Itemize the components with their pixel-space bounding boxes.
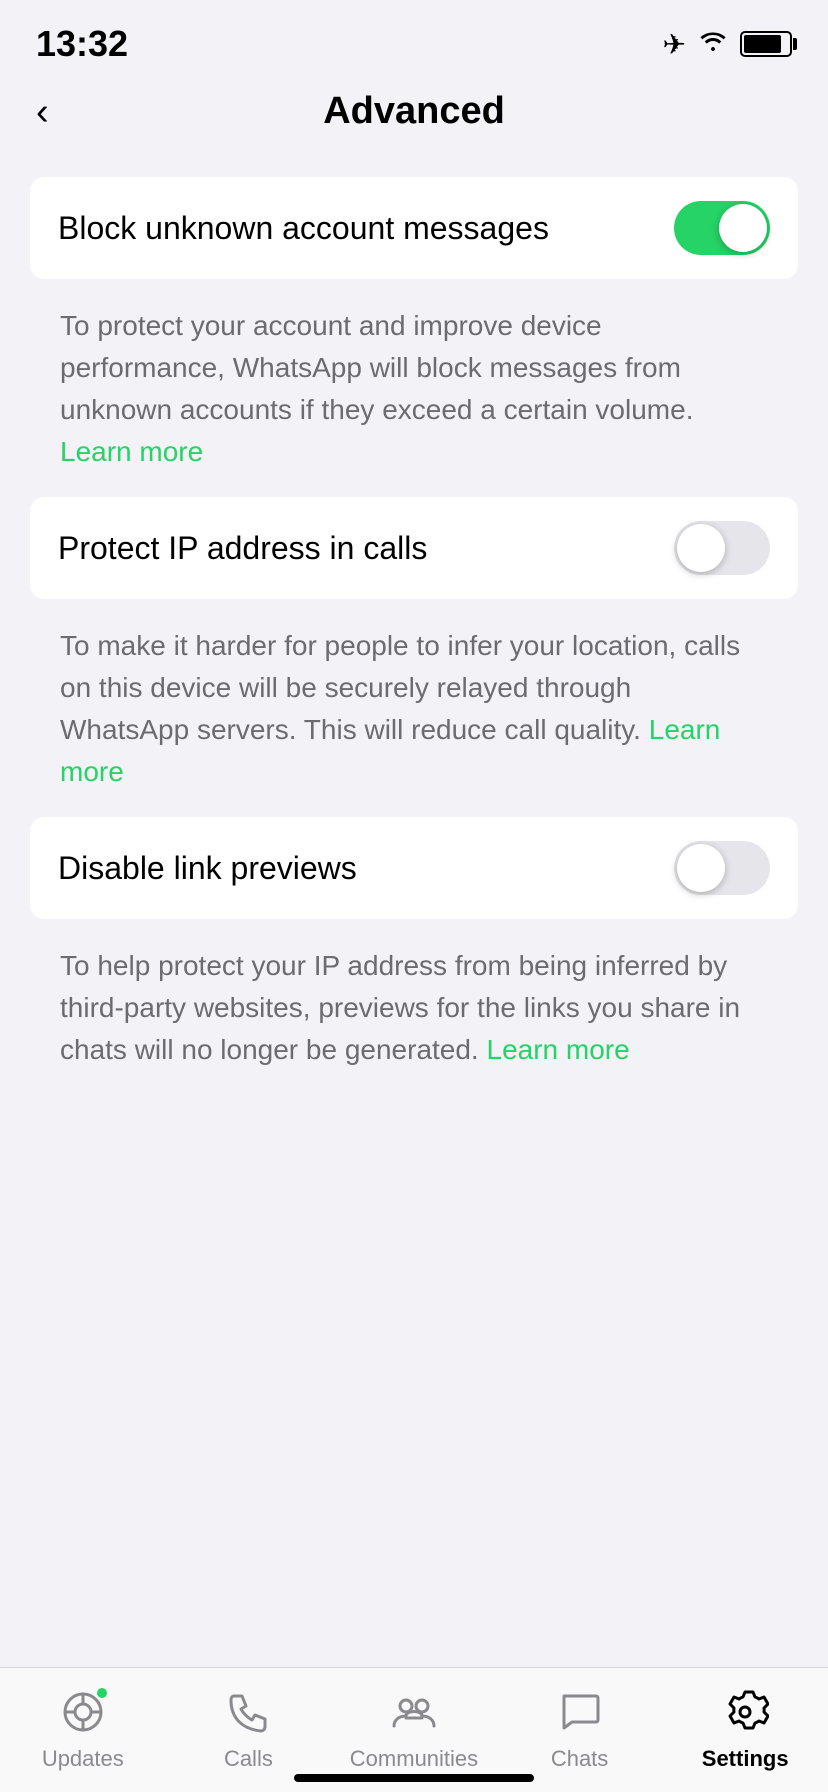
airplane-icon: ✈ xyxy=(663,28,686,61)
tab-chats[interactable]: Chats xyxy=(497,1684,663,1772)
toggle-knob xyxy=(719,204,767,252)
protect-ip-label: Protect IP address in calls xyxy=(58,530,674,567)
wifi-icon xyxy=(698,29,728,60)
status-icons: ✈ xyxy=(663,28,792,61)
updates-notification-dot xyxy=(95,1686,109,1700)
chats-icon xyxy=(552,1684,608,1740)
tab-updates[interactable]: Updates xyxy=(0,1684,166,1772)
block-unknown-card: Block unknown account messages xyxy=(30,177,798,279)
header: ‹ Advanced xyxy=(0,80,828,157)
block-unknown-learn-more[interactable]: Learn more xyxy=(60,436,203,467)
toggle-knob-2 xyxy=(677,524,725,572)
tab-settings[interactable]: Settings xyxy=(662,1684,828,1772)
status-bar: 13:32 ✈ xyxy=(0,0,828,80)
settings-icon xyxy=(717,1684,773,1740)
calls-icon xyxy=(220,1684,276,1740)
disable-link-preview-card: Disable link previews xyxy=(30,817,798,919)
battery-icon xyxy=(740,31,792,57)
disable-link-preview-learn-more[interactable]: Learn more xyxy=(487,1034,630,1065)
settings-tab-label: Settings xyxy=(702,1746,789,1772)
communities-icon xyxy=(386,1684,442,1740)
protect-ip-card: Protect IP address in calls xyxy=(30,497,798,599)
disable-link-preview-label: Disable link previews xyxy=(58,850,674,887)
back-button[interactable]: ‹ xyxy=(36,93,49,131)
block-unknown-description: To protect your account and improve devi… xyxy=(30,293,798,497)
updates-tab-label: Updates xyxy=(42,1746,124,1772)
tab-communities[interactable]: Communities xyxy=(331,1684,497,1772)
block-unknown-label: Block unknown account messages xyxy=(58,210,674,247)
tab-calls[interactable]: Calls xyxy=(166,1684,332,1772)
disable-link-preview-description: To help protect your IP address from bei… xyxy=(30,933,798,1095)
chats-tab-label: Chats xyxy=(551,1746,608,1772)
block-unknown-toggle[interactable] xyxy=(674,201,770,255)
content-area: Block unknown account messages To protec… xyxy=(0,157,828,1095)
toggle-knob-3 xyxy=(677,844,725,892)
disable-link-preview-toggle[interactable] xyxy=(674,841,770,895)
page-title: Advanced xyxy=(323,90,505,133)
updates-icon xyxy=(55,1684,111,1740)
protect-ip-description: To make it harder for people to infer yo… xyxy=(30,613,798,817)
communities-tab-label: Communities xyxy=(350,1746,478,1772)
protect-ip-toggle[interactable] xyxy=(674,521,770,575)
calls-tab-label: Calls xyxy=(224,1746,273,1772)
home-indicator xyxy=(294,1774,534,1782)
status-time: 13:32 xyxy=(36,23,128,65)
